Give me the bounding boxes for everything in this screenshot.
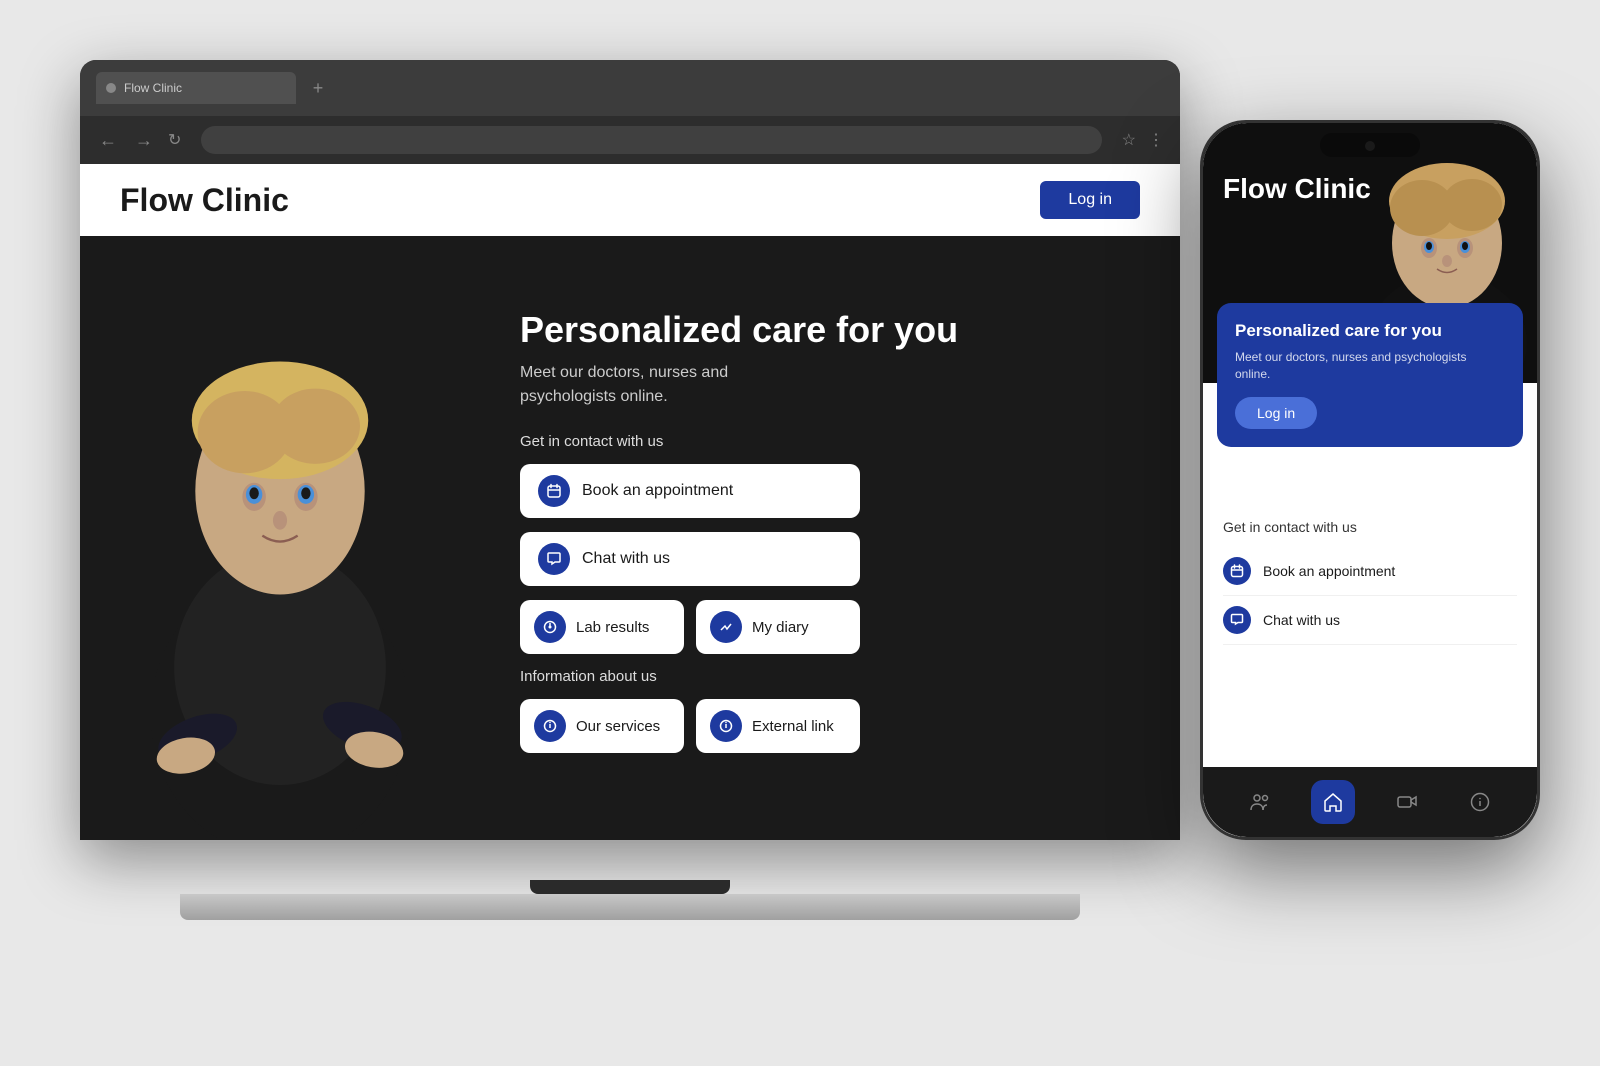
website-login-button[interactable]: Log in — [1040, 181, 1140, 219]
phone-login-button[interactable]: Log in — [1235, 397, 1317, 429]
nav-info-icon[interactable] — [1458, 780, 1502, 824]
diary-icon — [710, 611, 742, 643]
phone-book-appointment-label: Book an appointment — [1263, 563, 1395, 579]
address-bar[interactable] — [201, 126, 1101, 154]
tab-close-icon[interactable] — [106, 83, 116, 93]
phone-device: Flow Clinic — [1200, 120, 1540, 840]
phone-screen: Flow Clinic — [1203, 123, 1537, 837]
my-diary-label: My diary — [752, 619, 809, 636]
phone-calendar-icon — [1223, 557, 1251, 585]
chat-label: Chat with us — [582, 550, 670, 568]
nav-people-icon[interactable] — [1238, 780, 1282, 824]
forward-icon[interactable]: → — [132, 130, 156, 151]
cta-panel: Personalized care for you Meet our docto… — [480, 279, 1180, 797]
services-external-row: Our services Extern — [520, 699, 1140, 753]
phone-book-appointment-item[interactable]: Book an appointment — [1223, 547, 1517, 596]
lab-diary-row: Lab results My diary — [520, 600, 1140, 654]
chat-row: Chat with us — [520, 532, 1140, 586]
cta-subtitle: Meet our doctors, nurses and psychologis… — [520, 361, 1140, 409]
tab-add-button[interactable]: + — [306, 76, 330, 100]
external-link-button[interactable]: External link — [696, 699, 860, 753]
tab-title: Flow Clinic — [124, 81, 182, 95]
our-services-label: Our services — [576, 718, 660, 735]
services-icon — [534, 710, 566, 742]
phone-chat-label: Chat with us — [1263, 612, 1340, 628]
nav-home-icon[interactable] — [1311, 780, 1355, 824]
phone-camera — [1365, 141, 1375, 151]
website-screen: Flow Clinic Log in — [80, 164, 1180, 840]
calendar-icon — [538, 475, 570, 507]
chat-icon — [538, 543, 570, 575]
doctor-illustration — [80, 236, 480, 840]
website-header: Flow Clinic Log in — [80, 164, 1180, 236]
book-appointment-button[interactable]: Book an appointment — [520, 464, 860, 518]
cta-title: Personalized care for you — [520, 309, 1140, 351]
external-link-label: External link — [752, 718, 834, 735]
contact-label: Get in contact with us — [520, 433, 1140, 450]
nav-video-icon[interactable] — [1385, 780, 1429, 824]
laptop-base — [180, 894, 1080, 920]
lab-icon — [534, 611, 566, 643]
lab-results-button[interactable]: Lab results — [520, 600, 684, 654]
browser-chrome: Flow Clinic + — [80, 60, 1180, 116]
external-icon — [710, 710, 742, 742]
my-diary-button[interactable]: My diary — [696, 600, 860, 654]
phone-info-card: Personalized care for you Meet our docto… — [1217, 303, 1523, 447]
doctor-image-area — [80, 236, 480, 840]
laptop-hinge — [530, 880, 730, 894]
our-services-button[interactable]: Our services — [520, 699, 684, 753]
browser-tab[interactable]: Flow Clinic — [96, 72, 296, 104]
info-label: Information about us — [520, 668, 1140, 685]
phone-contact-label: Get in contact with us — [1223, 519, 1517, 535]
back-icon[interactable]: ← — [96, 130, 120, 151]
phone-logo: Flow Clinic — [1223, 173, 1371, 205]
laptop-screen-body: Flow Clinic + ← → ↻ ☆ ⋮ Flow Clinic Log … — [80, 60, 1180, 840]
book-appointment-label: Book an appointment — [582, 482, 733, 500]
phone-chat-icon — [1223, 606, 1251, 634]
phone-chat-item[interactable]: Chat with us — [1223, 596, 1517, 645]
phone-bottom-nav — [1203, 767, 1537, 837]
laptop-device: Flow Clinic + ← → ↻ ☆ ⋮ Flow Clinic Log … — [80, 60, 1180, 920]
website-main: Personalized care for you Meet our docto… — [80, 236, 1180, 840]
book-appointment-row: Book an appointment — [520, 464, 1140, 518]
bookmark-icon[interactable]: ☆ — [1122, 130, 1136, 150]
scene: Flow Clinic + ← → ↻ ☆ ⋮ Flow Clinic Log … — [0, 0, 1600, 1066]
chat-button[interactable]: Chat with us — [520, 532, 860, 586]
refresh-icon[interactable]: ↻ — [168, 130, 181, 150]
website-logo: Flow Clinic — [120, 182, 289, 219]
lab-results-label: Lab results — [576, 619, 649, 636]
phone-card-title: Personalized care for you — [1235, 321, 1505, 341]
browser-navbar: ← → ↻ ☆ ⋮ — [80, 116, 1180, 164]
menu-icon[interactable]: ⋮ — [1148, 130, 1164, 150]
phone-card-subtitle: Meet our doctors, nurses and psychologis… — [1235, 349, 1505, 383]
